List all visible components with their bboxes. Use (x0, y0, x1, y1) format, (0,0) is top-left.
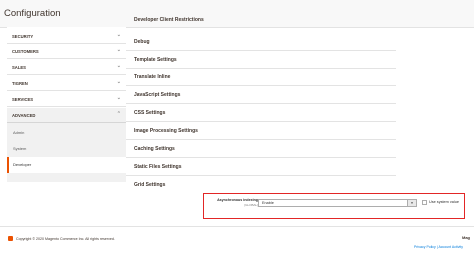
sidebar-section-label: ADVANCED (12, 113, 36, 118)
sidebar-section-sales[interactable]: SALES ⌄ (7, 60, 126, 75)
section-grid-settings[interactable]: Grid Settings (126, 177, 396, 194)
async-indexing-label: Asynchronous indexing (217, 198, 258, 202)
use-system-value-label: Use system value (429, 200, 459, 204)
legal-links[interactable]: Privacy Policy | Account Activity (414, 245, 463, 249)
chevron-down-icon: ⌄ (116, 47, 121, 53)
sidebar-item-developer[interactable]: Developer (7, 157, 126, 173)
chevron-down-icon: ⌄ (116, 79, 121, 85)
section-label: Template Settings (134, 57, 177, 63)
section-static-files-settings[interactable]: Static Files Settings (126, 159, 396, 176)
section-translate-inline[interactable]: Translate Inline (126, 69, 396, 86)
grid-settings-panel: Asynchronous indexing [GLOBAL] Enable ▾ … (203, 193, 465, 219)
magento-logo-icon (8, 236, 13, 241)
async-indexing-select[interactable]: Enable ▾ (258, 199, 417, 207)
sidebar-item-label: System (13, 146, 27, 151)
sidebar-section-label: SALES (12, 65, 26, 70)
sidebar-section-label: TIGREN (12, 81, 28, 86)
section-label: Translate Inline (134, 74, 171, 80)
sidebar-section-label: CUSTOMERS (12, 49, 39, 54)
section-javascript-settings[interactable]: JavaScript Settings (126, 87, 396, 104)
page-title: Configuration (4, 8, 61, 19)
sidebar-item-system[interactable]: System (7, 141, 126, 157)
sidebar-section-tigren[interactable]: TIGREN ⌄ (7, 76, 126, 91)
section-css-settings[interactable]: CSS Settings (126, 105, 396, 122)
chevron-down-icon: ⌄ (116, 32, 121, 38)
scope-label: [GLOBAL] (244, 203, 258, 207)
section-label: Caching Settings (134, 146, 175, 152)
section-label: CSS Settings (134, 110, 166, 116)
section-label: Debug (134, 39, 150, 45)
section-label: JavaScript Settings (134, 92, 181, 98)
use-system-value-checkbox[interactable] (422, 200, 427, 205)
page-footer: Copyright © 2020 Magento Commerce Inc. A… (0, 226, 474, 259)
chevron-down-icon: ⌄ (116, 95, 121, 101)
section-image-processing-settings[interactable]: Image Processing Settings (126, 123, 396, 140)
caret-down-icon: ▾ (407, 200, 416, 206)
sidebar-item-label: Admin (13, 130, 25, 135)
chevron-up-icon: ⌃ (116, 111, 121, 117)
copyright-text: Copyright © 2020 Magento Commerce Inc. A… (16, 237, 115, 241)
section-caching-settings[interactable]: Caching Settings (126, 141, 396, 158)
sidebar-section-customers[interactable]: CUSTOMERS ⌄ (7, 44, 126, 59)
section-label: Grid Settings (134, 182, 166, 188)
section-label: Image Processing Settings (134, 128, 198, 134)
sidebar-section-label: SECURITY (12, 34, 34, 39)
select-value: Enable (262, 201, 274, 205)
section-label: Developer Client Restrictions (134, 17, 204, 23)
chevron-down-icon: ⌄ (116, 63, 121, 69)
sidebar-section-services[interactable]: SERVICES ⌄ (7, 92, 126, 107)
section-template-settings[interactable]: Template Settings (126, 52, 396, 69)
sidebar-section-security[interactable]: SECURITY ⌄ (7, 29, 126, 44)
sidebar-section-advanced[interactable]: ADVANCED ⌃ (7, 108, 126, 123)
section-debug[interactable]: Debug (126, 34, 396, 51)
sidebar-item-admin[interactable]: Admin (7, 125, 126, 141)
brand-text: Mag (462, 235, 470, 240)
sidebar-section-label: SERVICES (12, 97, 34, 102)
config-sidebar: SECURITY ⌄ CUSTOMERS ⌄ SALES ⌄ TIGREN ⌄ … (7, 27, 126, 182)
section-developer-client-restrictions[interactable]: Developer Client Restrictions (126, 17, 396, 28)
sidebar-item-label: Developer (13, 162, 32, 167)
config-main: Developer Client Restrictions Debug Temp… (126, 17, 474, 198)
section-label: Static Files Settings (134, 164, 182, 170)
